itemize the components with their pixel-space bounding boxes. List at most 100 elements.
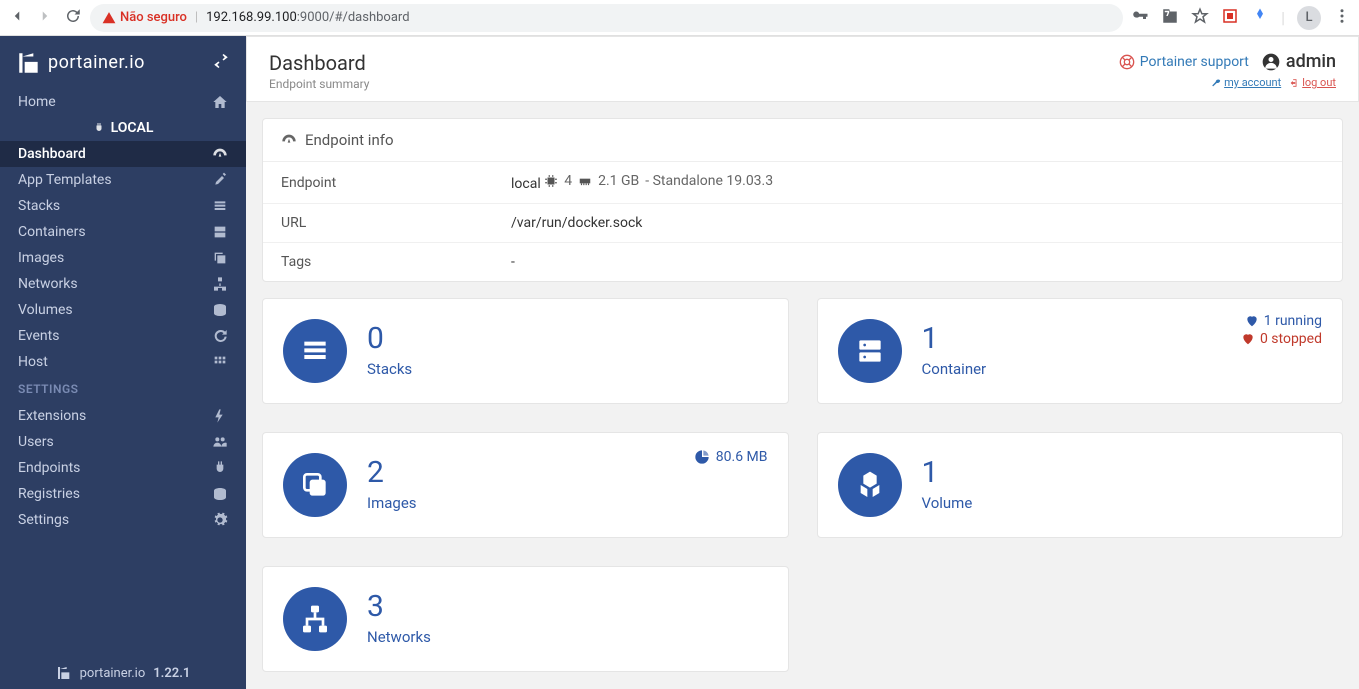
user-label: admin [1261, 51, 1336, 72]
back-icon[interactable] [8, 7, 26, 29]
tags-label: Tags [263, 243, 493, 282]
profile-avatar[interactable]: L [1297, 6, 1321, 30]
sidebar-settings-header: SETTINGS [0, 375, 246, 403]
sidebar-item-settings[interactable]: Settings [0, 507, 246, 533]
life-ring-icon [1119, 54, 1135, 70]
shield-icon[interactable] [1221, 7, 1239, 29]
database-icon [212, 486, 228, 502]
container-status: 1 running 0 stopped [1241, 313, 1322, 347]
sidebar-item-stacks[interactable]: Stacks [0, 193, 246, 219]
wrench-icon [1211, 78, 1221, 88]
tile-images[interactable]: 2 Images 80.6 MB [262, 432, 789, 538]
heartbeat-icon [1245, 314, 1259, 328]
reload-icon[interactable] [64, 7, 82, 29]
pie-icon [694, 449, 710, 465]
server-icon [212, 224, 228, 240]
users-icon [212, 434, 228, 450]
user-circle-icon [1261, 52, 1281, 72]
url-host: 192.168.99.100 [206, 10, 297, 25]
forward-icon[interactable] [36, 7, 54, 29]
volumes-count: 1 [922, 458, 973, 488]
extension-icon[interactable] [1251, 7, 1269, 29]
containers-count: 1 [922, 324, 987, 354]
browser-toolbar: Não seguro | 192.168.99.100:9000/#/dashb… [0, 0, 1359, 36]
tile-containers[interactable]: 1 Container 1 running 0 stopped [817, 298, 1344, 404]
sidebar-item-events[interactable]: Events [0, 323, 246, 349]
th-icon [212, 354, 228, 370]
translate-icon[interactable] [1161, 7, 1179, 29]
gauge-icon [281, 132, 297, 148]
bolt-icon [212, 408, 228, 424]
swap-icon[interactable] [212, 52, 230, 74]
list-icon [299, 335, 331, 367]
sidebar-item-containers[interactable]: Containers [0, 219, 246, 245]
logout-link[interactable]: log out [1289, 76, 1336, 89]
sidebar-item-volumes[interactable]: Volumes [0, 297, 246, 323]
volumes-label: Volume [922, 494, 973, 512]
url-bar[interactable]: Não seguro | 192.168.99.100:9000/#/dashb… [90, 4, 1123, 32]
page-subtitle: Endpoint summary [269, 77, 369, 91]
sidebar-item-networks[interactable]: Networks [0, 271, 246, 297]
tags-value: - [493, 243, 1342, 282]
tile-stacks[interactable]: 0 Stacks [262, 298, 789, 404]
logo[interactable]: portainer.io [16, 50, 145, 76]
endpoint-info-panel: Endpoint info Endpoint local 4 2.1 GB - … [262, 118, 1343, 282]
list-icon [212, 198, 228, 214]
brand-name: portainer.io [48, 52, 145, 73]
heartbeat-icon [1241, 332, 1255, 346]
rocket-icon [212, 172, 228, 188]
cpu-icon [544, 174, 558, 188]
sitemap-icon [212, 276, 228, 292]
memory-icon [578, 174, 592, 188]
crane-icon [16, 50, 42, 76]
key-icon[interactable] [1131, 7, 1149, 29]
sidebar-item-users[interactable]: Users [0, 429, 246, 455]
hdd-icon [212, 302, 228, 318]
gauge-icon [212, 146, 228, 162]
sidebar-item-endpoints[interactable]: Endpoints [0, 455, 246, 481]
endpoint-label: Endpoint [263, 162, 493, 204]
sidebar-item-host[interactable]: Host [0, 349, 246, 375]
sidebar: portainer.io Home LOCAL Dashboard App Te… [0, 36, 246, 689]
sidebar-footer: portainer.io 1.22.1 [0, 665, 246, 681]
images-label: Images [367, 494, 417, 512]
sidebar-local-header: LOCAL [0, 115, 246, 141]
images-count: 2 [367, 458, 417, 488]
containers-label: Container [922, 360, 987, 378]
tile-volumes[interactable]: 1 Volume [817, 432, 1344, 538]
clone-icon [299, 469, 331, 501]
images-size: 80.6 MB [694, 449, 768, 465]
sidebar-item-templates[interactable]: App Templates [0, 167, 246, 193]
support-link[interactable]: Portainer support [1119, 54, 1249, 70]
sidebar-item-dashboard[interactable]: Dashboard [0, 141, 246, 167]
version-label: 1.22.1 [153, 666, 190, 681]
panel-title: Endpoint info [305, 131, 394, 149]
my-account-link[interactable]: my account [1211, 76, 1281, 89]
stacks-count: 0 [367, 324, 412, 354]
clone-icon [212, 250, 228, 266]
sitemap-icon [299, 603, 331, 635]
sidebar-item-registries[interactable]: Registries [0, 481, 246, 507]
star-icon[interactable] [1191, 7, 1209, 29]
sidebar-item-extensions[interactable]: Extensions [0, 403, 246, 429]
networks-label: Networks [367, 628, 431, 646]
history-icon [212, 328, 228, 344]
server-icon [854, 335, 886, 367]
stacks-label: Stacks [367, 360, 412, 378]
insecure-warning: Não seguro [102, 10, 187, 25]
cubes-icon [854, 469, 886, 501]
plug-icon [93, 122, 105, 134]
menu-dots-icon[interactable] [1333, 7, 1351, 29]
page-header: Dashboard Endpoint summary Portainer sup… [246, 36, 1359, 102]
home-icon [212, 94, 228, 110]
sidebar-item-images[interactable]: Images [0, 245, 246, 271]
main-content: Dashboard Endpoint summary Portainer sup… [246, 36, 1359, 689]
networks-count: 3 [367, 592, 431, 622]
cogs-icon [212, 512, 228, 528]
plug-icon [212, 460, 228, 476]
endpoint-value: local 4 2.1 GB - Standalone 19.03.3 [493, 162, 1342, 204]
tile-networks[interactable]: 3 Networks [262, 566, 789, 672]
url-label: URL [263, 204, 493, 243]
sidebar-item-home[interactable]: Home [0, 89, 246, 115]
url-path: :9000/#/dashboard [297, 10, 410, 25]
